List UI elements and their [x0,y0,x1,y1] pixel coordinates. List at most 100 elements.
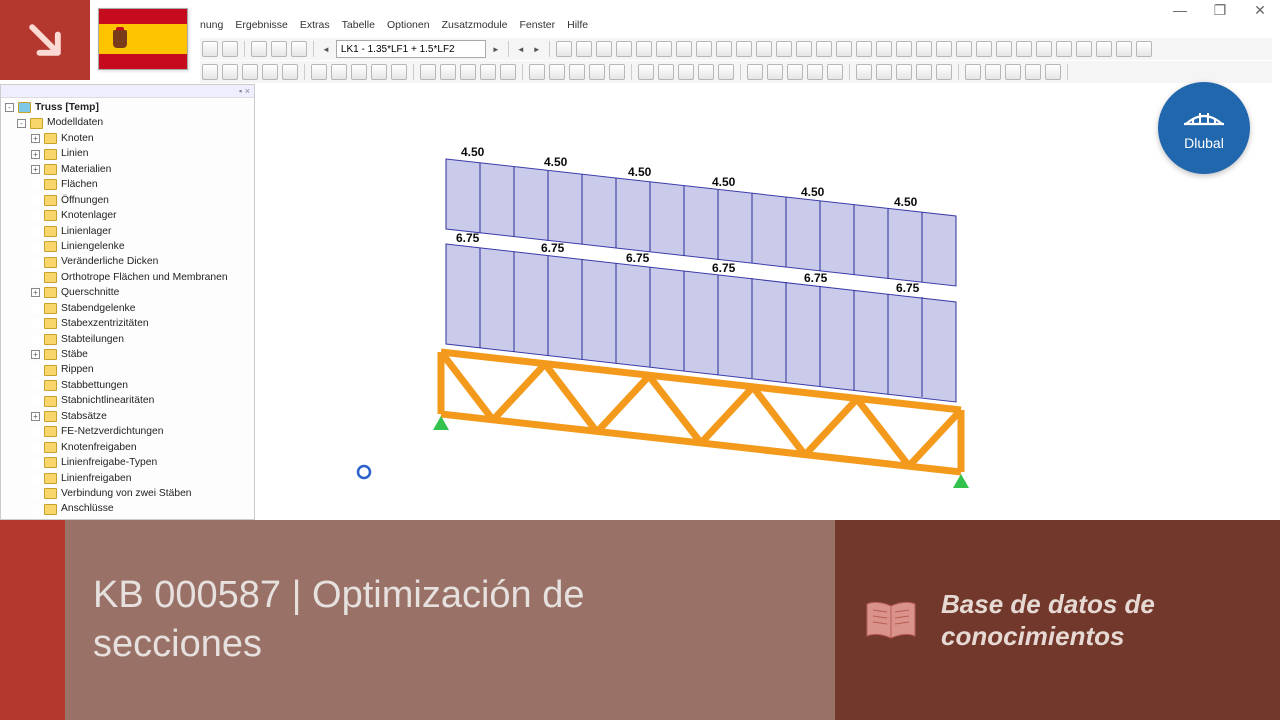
toolbar-icon[interactable] [896,41,912,57]
toolbar-icon[interactable] [616,41,632,57]
toolbar-icon[interactable] [569,64,585,80]
loadcase-select[interactable]: LK1 - 1.35*LF1 + 1.5*LF2 [336,40,486,58]
toolbar-icon[interactable] [976,41,992,57]
toolbar-icon[interactable] [500,64,516,80]
toolbar-icon[interactable] [787,64,803,80]
tree-node[interactable]: Verbindung von zwei Stäben [5,486,250,501]
toolbar-icon[interactable] [736,41,752,57]
toolbar-icon[interactable] [480,64,496,80]
menu-item[interactable]: Zusatzmodule [442,19,508,37]
tree-node[interactable]: +Stäbe [5,347,250,362]
toolbar-icon[interactable] [609,64,625,80]
tree-node[interactable]: +Linien [5,146,250,161]
tree-node[interactable]: Knotenlager [5,208,250,223]
tree-node[interactable]: +Querschnitte [5,285,250,300]
toolbar-icon[interactable] [1116,41,1132,57]
tree-node[interactable]: Veränderliche Dicken [5,254,250,269]
toolbar-icon[interactable] [856,41,872,57]
toolbar-icon[interactable] [876,64,892,80]
minimize-button[interactable]: — [1160,0,1200,20]
toolbar-icon[interactable] [658,64,674,80]
toolbar-icon[interactable] [222,64,238,80]
toolbar-icon[interactable] [242,64,258,80]
toolbar-icon[interactable] [262,64,278,80]
tree-node[interactable]: Liniengelenke [5,239,250,254]
toolbar-icon[interactable] [331,64,347,80]
toolbar-icon[interactable] [271,41,287,57]
toolbar-icon[interactable] [767,64,783,80]
toolbar-icon[interactable] [856,64,872,80]
toolbar-icon[interactable] [1005,64,1021,80]
menu-item[interactable]: nung [200,19,223,37]
tree-node[interactable]: Stabbettungen [5,378,250,393]
toolbar-icon[interactable] [371,64,387,80]
tree-node[interactable]: Stabnichtlinearitäten [5,393,250,408]
toolbar-icon[interactable] [202,64,218,80]
toolbar-icon[interactable] [420,64,436,80]
toolbar-icon[interactable] [985,64,1001,80]
toolbar-icon[interactable] [807,64,823,80]
toolbar-icon[interactable] [716,41,732,57]
toolbar-icon[interactable] [391,64,407,80]
toolbar-icon[interactable] [282,64,298,80]
tree-node[interactable]: Rippen [5,362,250,377]
toolbar-icon[interactable] [222,41,238,57]
toolbar-icon[interactable] [351,64,367,80]
tree-node[interactable]: Anschlüsse [5,501,250,516]
toolbar-icon[interactable] [202,41,218,57]
toolbar-icon[interactable] [756,41,772,57]
model-viewport[interactable]: for(let i=0;i<16;i++){let x=190+i*34,y=1… [256,84,1280,520]
tree-node[interactable]: Stabteilungen [5,332,250,347]
toolbar-icon[interactable] [678,64,694,80]
toolbar-icon[interactable] [696,41,712,57]
nav-right-icon[interactable]: ► [531,45,543,54]
toolbar-icon[interactable] [936,64,952,80]
toolbar-icon[interactable] [876,41,892,57]
toolbar-icon[interactable] [747,64,763,80]
toolbar-icon[interactable] [936,41,952,57]
tree-node[interactable]: +Stabsätze [5,409,250,424]
toolbar-icon[interactable] [796,41,812,57]
tree-node[interactable]: Linienfreigaben [5,471,250,486]
toolbar-icon[interactable] [896,64,912,80]
toolbar-icon[interactable] [996,41,1012,57]
tree-node[interactable]: Stabendgelenke [5,301,250,316]
tree-node[interactable]: Stabexzentrizitäten [5,316,250,331]
tree-node[interactable]: Knotenfreigaben [5,440,250,455]
toolbar-icon[interactable] [1096,41,1112,57]
toolbar-icon[interactable] [676,41,692,57]
toolbar-icon[interactable] [965,64,981,80]
toolbar-icon[interactable] [1025,64,1041,80]
toolbar-icon[interactable] [460,64,476,80]
toolbar-icon[interactable] [529,64,545,80]
menu-item[interactable]: Extras [300,19,330,37]
tree-node[interactable]: +Knoten [5,131,250,146]
toolbar-icon[interactable] [1036,41,1052,57]
toolbar-icon[interactable] [311,64,327,80]
close-button[interactable]: ✕ [1240,0,1280,20]
toolbar-icon[interactable] [916,64,932,80]
toolbar-icon[interactable] [656,41,672,57]
nav-left-icon[interactable]: ◄ [515,45,527,54]
tree-node[interactable]: -Truss [Temp] [5,100,250,115]
toolbar-icon[interactable] [1045,64,1061,80]
toolbar-icon[interactable] [836,41,852,57]
tree-node[interactable]: Öffnungen [5,193,250,208]
toolbar-icon[interactable] [718,64,734,80]
tree-node[interactable]: -Modelldaten [5,115,250,130]
toolbar-icon[interactable] [827,64,843,80]
toolbar-icon[interactable] [549,64,565,80]
menu-item[interactable]: Tabelle [342,19,375,37]
toolbar-icon[interactable] [291,41,307,57]
toolbar-icon[interactable] [916,41,932,57]
toolbar-icon[interactable] [440,64,456,80]
toolbar-icon[interactable] [556,41,572,57]
tree-node[interactable]: Orthotrope Flächen und Membranen [5,270,250,285]
toolbar-icon[interactable] [956,41,972,57]
toolbar-icon[interactable] [776,41,792,57]
maximize-button[interactable]: ❐ [1200,0,1240,20]
next-loadcase-icon[interactable]: ► [490,45,502,54]
menu-item[interactable]: Optionen [387,19,430,37]
toolbar-icon[interactable] [1056,41,1072,57]
prev-loadcase-icon[interactable]: ◄ [320,45,332,54]
